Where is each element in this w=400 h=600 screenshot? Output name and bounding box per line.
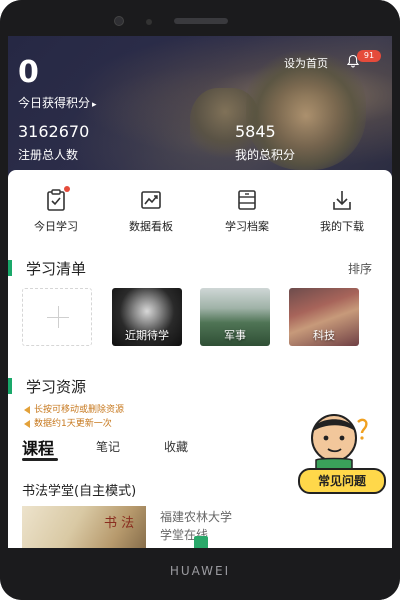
archive-icon (238, 190, 256, 210)
tile-label: 军事 (224, 329, 246, 342)
section-accent-bar (8, 378, 12, 394)
floating-chip[interactable] (194, 536, 208, 548)
total-points-value: 5845 (235, 122, 276, 141)
today-score-value: 0 (18, 55, 39, 90)
faq-button[interactable]: 常见问题 (298, 468, 386, 494)
tip-line: 数据约1天更新一次 (24, 416, 112, 429)
earpiece-speaker (174, 18, 228, 24)
left-bezel (0, 36, 8, 548)
chart-board-icon (141, 191, 161, 209)
speaker-icon (24, 419, 30, 428)
right-bezel (392, 36, 400, 548)
today-score-link[interactable]: 今日获得积分 ▸ (18, 94, 97, 111)
quick-action-label: 学习档案 (225, 220, 269, 233)
quick-action-today-study[interactable]: 今日学习 (16, 186, 96, 234)
notification-badge: 91 (357, 50, 381, 62)
app-screen: 0 今日获得积分 ▸ 设为首页 91 3162670 注册总人数 5845 我的总… (8, 36, 392, 548)
quick-action-my-downloads[interactable]: 我的下载 (302, 188, 382, 234)
quick-action-study-archive[interactable]: 学习档案 (207, 188, 287, 234)
add-list-tile[interactable] (22, 288, 92, 346)
download-icon (333, 191, 351, 210)
unread-dot (64, 186, 70, 192)
tip-text: 长按可移动或删除资源 (34, 405, 125, 415)
section-accent-bar (8, 260, 12, 276)
quick-action-label: 今日学习 (34, 220, 78, 233)
study-list-title: 学习清单 (26, 260, 87, 278)
course-title[interactable]: 书法学堂(自主模式) (22, 480, 136, 499)
list-tile-military[interactable]: 军事 (200, 288, 270, 346)
quick-action-label: 我的下载 (320, 220, 364, 233)
header-banner: 0 今日获得积分 ▸ 设为首页 91 3162670 注册总人数 5845 我的总… (8, 36, 392, 186)
tip-text: 数据约1天更新一次 (34, 419, 112, 429)
tile-label: 近期待学 (125, 329, 169, 342)
today-score-label: 今日获得积分 (18, 96, 91, 110)
total-points-label: 我的总积分 (235, 148, 296, 162)
sort-button[interactable]: 排序 (348, 260, 372, 277)
registered-users-label: 注册总人数 (18, 148, 79, 162)
clipboard-check-icon (47, 189, 65, 211)
tab-courses[interactable]: 课程 (22, 435, 54, 459)
phone-frame: 0 今日获得积分 ▸ 设为首页 91 3162670 注册总人数 5845 我的总… (0, 0, 400, 600)
registered-users-value: 3162670 (18, 122, 90, 141)
set-home-button[interactable]: 设为首页 (284, 55, 328, 71)
course-institution: 福建农林大学 (160, 510, 233, 524)
quick-action-data-board[interactable]: 数据看板 (111, 188, 191, 234)
list-tile-technology[interactable]: 科技 (289, 288, 359, 346)
active-tab-indicator (22, 458, 58, 461)
front-camera (114, 16, 124, 26)
caret-right-icon: ▸ (92, 100, 97, 110)
tile-label: 科技 (313, 329, 335, 342)
tab-favorites[interactable]: 收藏 (164, 438, 188, 455)
calligraphy-art: 书 法 (104, 516, 135, 531)
sensor (146, 19, 152, 25)
plus-icon-stroke (58, 306, 59, 328)
tip-line: 长按可移动或删除资源 (24, 402, 124, 415)
list-tile-recent[interactable]: 近期待学 (112, 288, 182, 346)
speaker-icon (24, 405, 30, 414)
tab-notes[interactable]: 笔记 (96, 438, 120, 455)
course-thumbnail[interactable]: 书 法 (22, 506, 146, 548)
study-resources-title: 学习资源 (26, 378, 87, 396)
device-brand-logo: HUAWEI (169, 564, 231, 578)
quick-action-label: 数据看板 (129, 220, 173, 233)
